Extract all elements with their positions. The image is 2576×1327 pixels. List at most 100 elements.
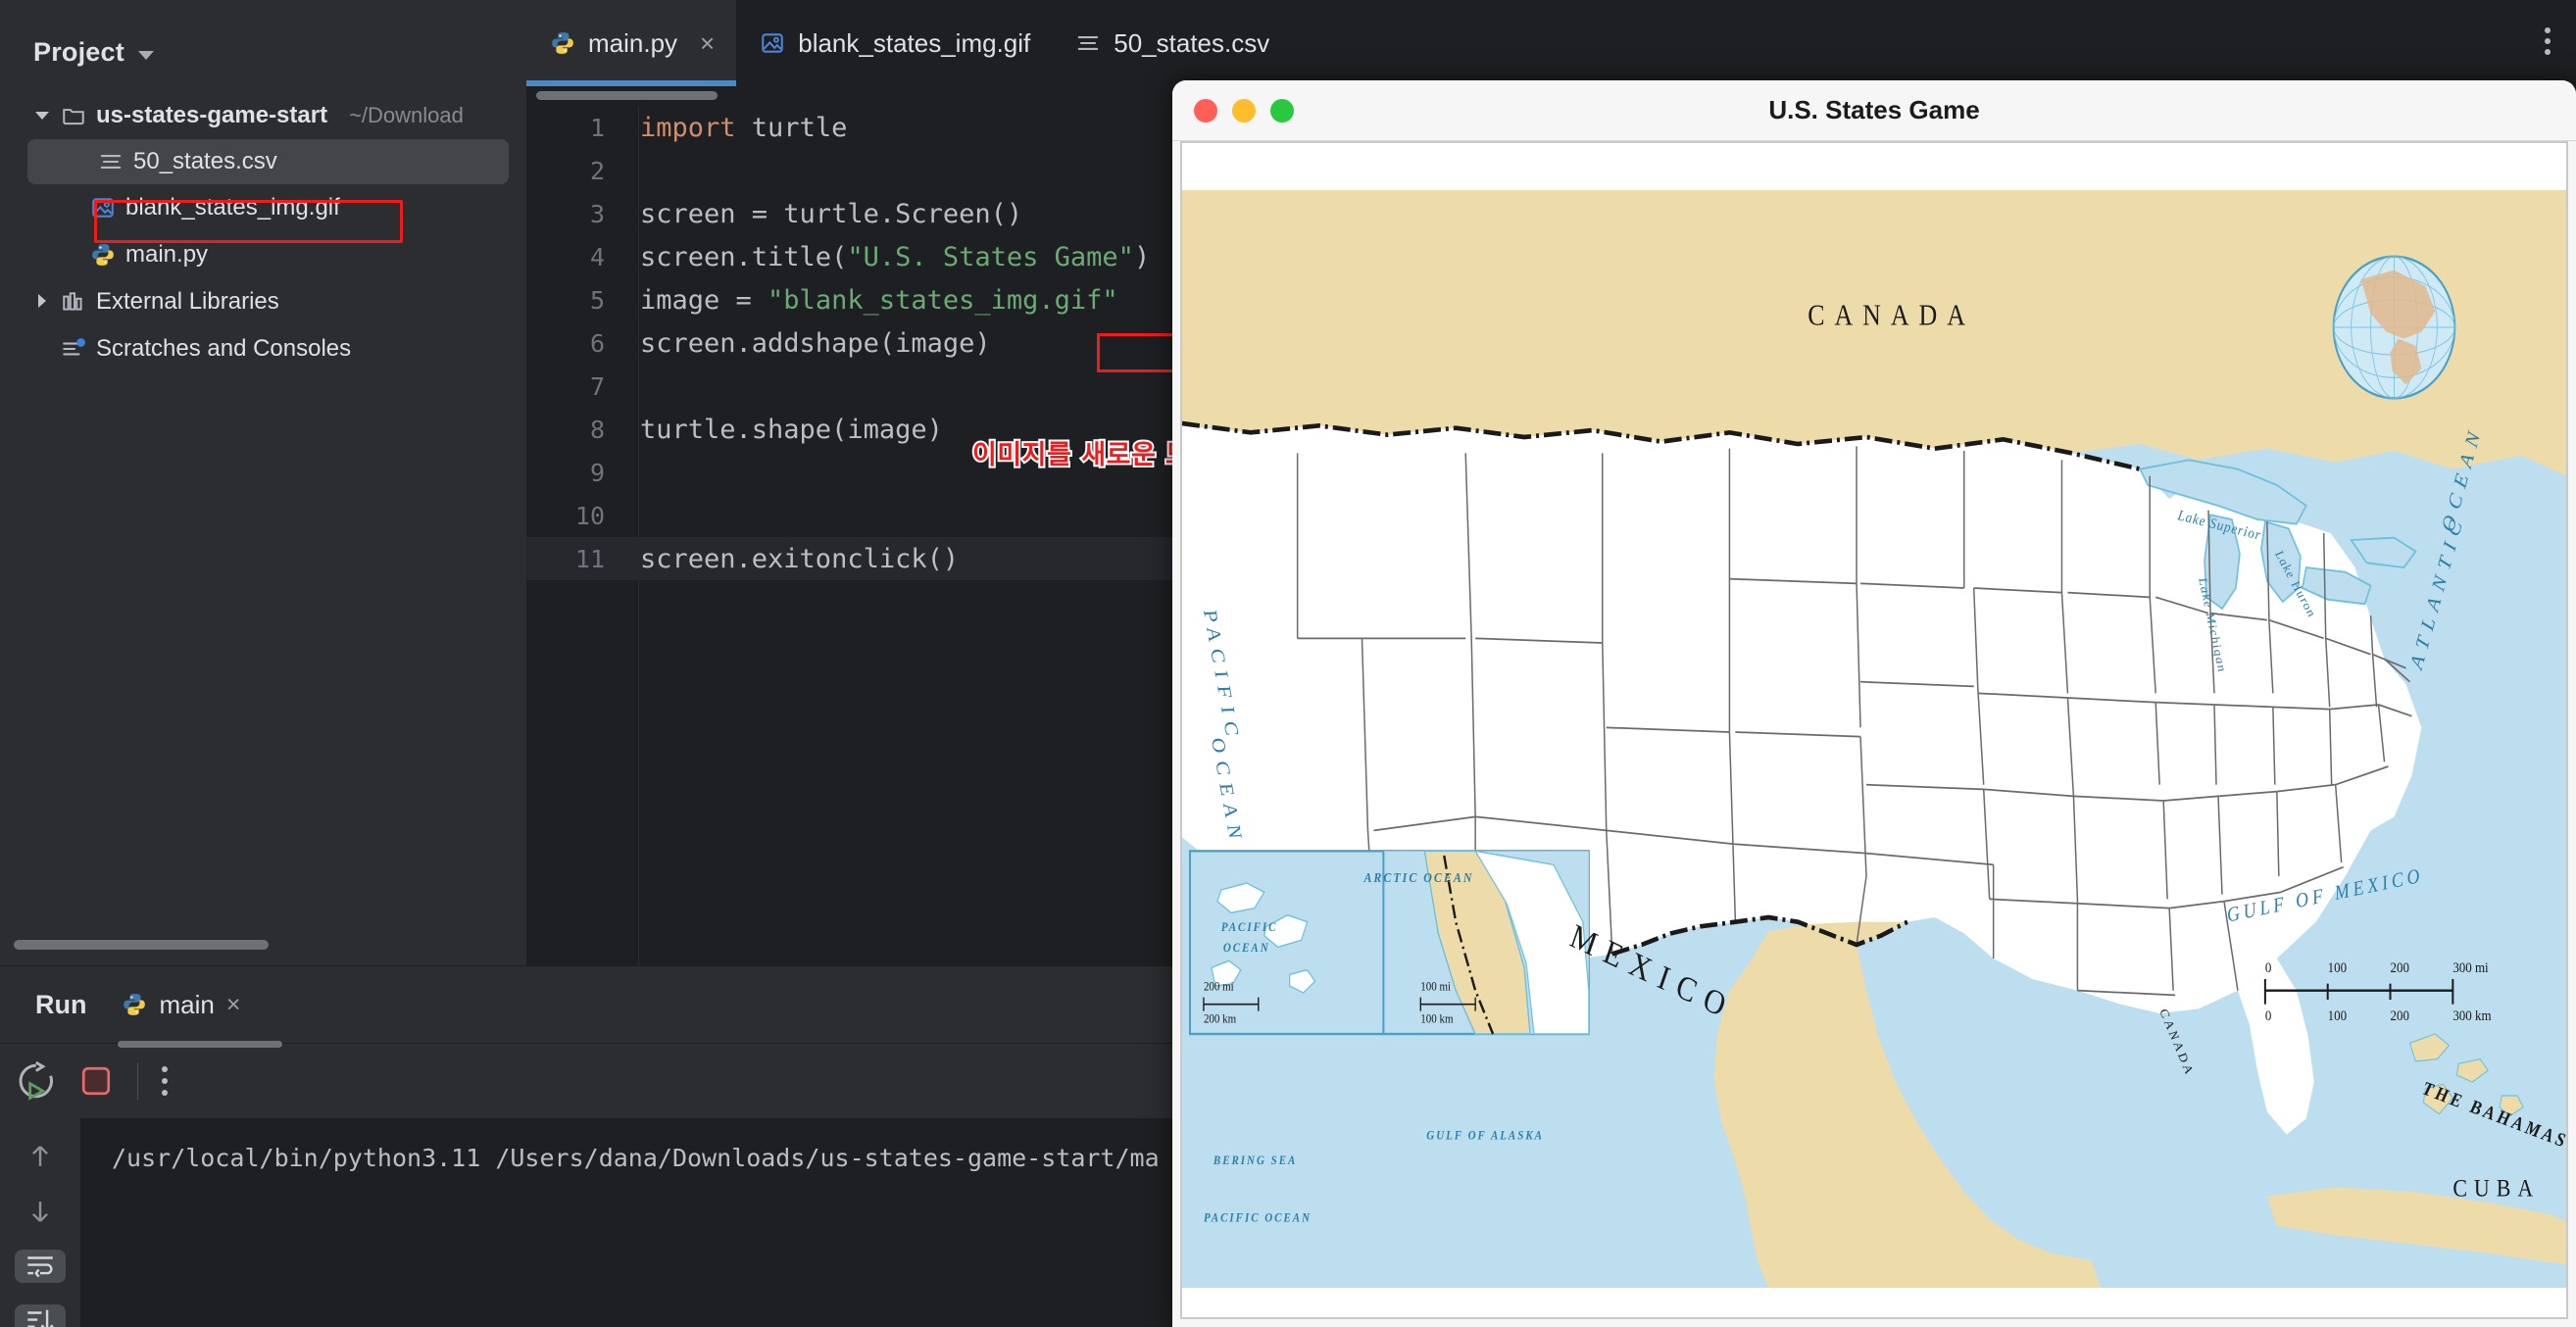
toolbar-divider [137, 1061, 138, 1100]
code-text: image = "blank_states_img.gif" [622, 285, 1118, 316]
tree-item-us-states-game-start[interactable]: us-states-game-start ~/Download [0, 92, 526, 139]
line-number: 11 [574, 544, 605, 573]
code-text: screen = turtle.Screen() [622, 199, 1022, 229]
project-tree: us-states-game-start ~/Download 50_states.… [0, 92, 526, 372]
chevron-down-icon[interactable] [33, 107, 51, 124]
python-file-icon [124, 994, 146, 1015]
code-token: import [640, 112, 736, 143]
map-label: CUBA [2452, 1175, 2540, 1203]
line-number: 9 [589, 458, 605, 487]
map-label: OCEAN [1223, 940, 1270, 955]
scale-label-km: 0 [2265, 1008, 2271, 1024]
tree-item-main-py[interactable]: main.py [0, 231, 526, 278]
tree-item-external-libraries[interactable]: External Libraries [0, 278, 526, 325]
close-icon[interactable]: × [700, 30, 715, 56]
image-file-icon [92, 198, 114, 218]
scale-label-alaska-km: 200 km [1204, 1011, 1237, 1026]
csv-file-icon [1078, 36, 1099, 50]
run-toolbar [0, 1043, 1172, 1117]
scroll-to-end-icon [27, 1309, 54, 1327]
turtle-canvas[interactable]: CANADA MEXICO PACIFIC OCEAN ATLANTIC OCEAN GUL… [1180, 141, 2568, 1319]
tab-label: blank_states_img.gif [798, 27, 1031, 58]
tree-item-blank-states-img-gif[interactable]: blank_states_img.gif [0, 184, 526, 231]
csv-file-icon [100, 155, 122, 169]
line-number: 8 [589, 415, 605, 444]
scale-label-km: 300 km [2452, 1008, 2491, 1024]
code-text: screen.exitonclick() [622, 544, 959, 574]
tree-item-50-states-csv[interactable]: 50_states.csv [27, 139, 509, 184]
tab-label: 50_states.csv [1114, 27, 1270, 58]
code-token: ) [1133, 241, 1151, 272]
folder-icon [63, 109, 84, 125]
scale-label-hawaii-miles: 100 mi [1420, 979, 1451, 994]
code-token: "blank_states_img.gif" [768, 284, 1118, 316]
code-token: turtle.shape(image) [640, 414, 943, 445]
tree-item-label: Scratches and Consoles [96, 335, 352, 362]
stop-button[interactable] [78, 1063, 114, 1099]
scratches-icon [63, 338, 85, 356]
code-text: import turtle [622, 113, 847, 143]
line-number: 1 [589, 113, 605, 142]
line-number: 3 [589, 199, 605, 228]
tab-main-py[interactable]: main.py × [526, 0, 737, 86]
code-token: image = [640, 284, 768, 316]
line-number: 4 [589, 242, 605, 271]
image-file-icon [762, 33, 784, 53]
console-output-text: /usr/local/bin/python3.11 /Users/dana/Do… [112, 1144, 1160, 1172]
line-number: 7 [589, 371, 605, 401]
line-number: 5 [589, 285, 605, 315]
scale-label-km: 100 [2328, 1008, 2347, 1024]
tree-item-label: main.py [125, 241, 209, 268]
more-options-button[interactable] [162, 1065, 168, 1096]
kebab-menu-icon[interactable] [2545, 27, 2551, 55]
tab-blank-states-img-gif[interactable]: blank_states_img.gif [736, 0, 1052, 86]
run-tab-underline [118, 1041, 282, 1048]
stop-square-icon [81, 1066, 111, 1095]
tab-50-states-csv[interactable]: 50_states.csv [1052, 0, 1291, 86]
line-number: 2 [589, 156, 605, 185]
run-console: /usr/local/bin/python3.11 /Users/dana/Do… [0, 1118, 1172, 1327]
us-states-blank-map: CANADAMEXICOPACIFICOCEANATLANTICOCEANGUL… [1182, 190, 2566, 1288]
python-file-icon [92, 244, 114, 266]
tree-item-scratches-and-consoles[interactable]: Scratches and Consoles [0, 325, 526, 372]
editor-tab-bar: main.py × blank_states_img.gif 50_states.cs… [526, 0, 2576, 86]
project-tool-window: Project us-states-game-start ~/Download 50… [0, 0, 526, 965]
arrow-down-icon [32, 1202, 48, 1222]
tree-item-label: External Libraries [96, 288, 279, 315]
run-tab-bar: Run main × [0, 966, 1172, 1048]
close-icon[interactable]: × [226, 991, 241, 1019]
run-panel-title: Run [35, 989, 87, 1019]
scale-label-miles: 200 [2391, 959, 2409, 976]
chevron-down-icon[interactable] [137, 50, 154, 60]
rerun-icon [19, 1060, 53, 1101]
code-token: screen.addshape(image) [640, 327, 991, 359]
window-title-bar[interactable]: U.S. States Game [1172, 80, 2576, 141]
scale-label-miles: 0 [2265, 959, 2271, 976]
tree-item-path: ~/Download [349, 103, 464, 127]
tab-label: main.py [588, 27, 678, 58]
scale-label-miles: 100 [2328, 959, 2347, 976]
tree-item-label: 50_states.csv [133, 148, 277, 174]
map-label: ARCTIC OCEAN [1363, 869, 1474, 885]
tree-item-label: us-states-game-start [96, 102, 328, 128]
scale-label-km: 200 [2391, 1008, 2409, 1024]
rerun-button[interactable] [14, 1060, 55, 1102]
console-side-toolbar [0, 1118, 80, 1327]
map-label: PACIFIC OCEAN [1204, 1210, 1312, 1225]
page-title: Project [33, 36, 124, 67]
sidebar-horizontal-scrollbar[interactable] [14, 940, 269, 950]
soft-wrap-button[interactable] [15, 1250, 66, 1283]
library-icon [63, 292, 82, 311]
python-file-icon [552, 32, 573, 54]
chevron-right-icon[interactable] [33, 293, 51, 311]
run-tab-main[interactable]: main × [122, 990, 240, 1020]
line-number: 10 [574, 501, 605, 530]
map-label: GULF OF ALASKA [1426, 1128, 1544, 1143]
editor-scrollbar[interactable] [536, 91, 718, 100]
scroll-to-end-button[interactable] [15, 1304, 66, 1327]
project-header[interactable]: Project [0, 0, 526, 78]
code-text: screen.title("U.S. States Game") [622, 242, 1150, 272]
code-text: turtle.shape(image) [622, 415, 943, 445]
scroll-down-button[interactable] [15, 1195, 66, 1228]
scroll-up-button[interactable] [15, 1140, 66, 1173]
